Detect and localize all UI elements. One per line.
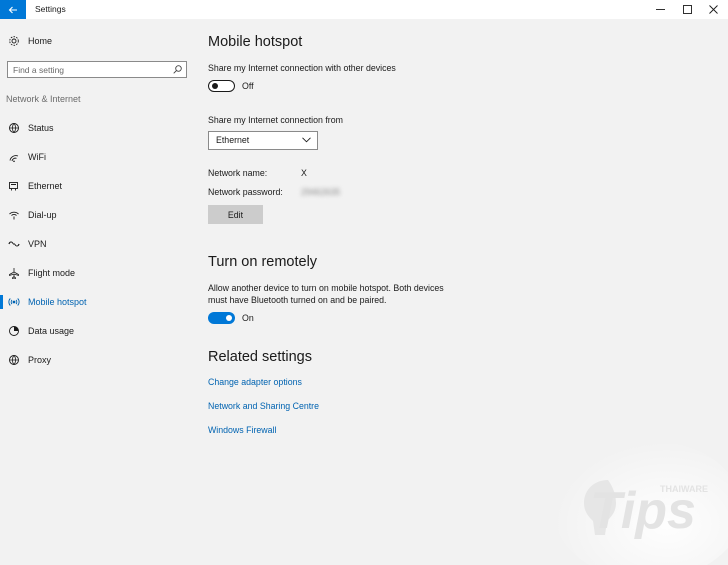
sidebar-item-label: Status	[28, 123, 54, 133]
section-title-related: Related settings	[208, 349, 312, 365]
sidebar-item-proxy[interactable]: Proxy	[0, 348, 195, 372]
share-connection-label: Share my Internet connection with other …	[208, 63, 396, 73]
back-arrow-icon	[8, 6, 17, 13]
remote-description-line1: Allow another device to turn on mobile h…	[208, 283, 444, 293]
sidebar-item-status[interactable]: Status	[0, 116, 195, 140]
sidebar-item-label: Proxy	[28, 355, 52, 365]
network-name-label: Network name:	[208, 168, 268, 178]
dialup-icon	[8, 209, 20, 221]
back-button[interactable]	[0, 0, 26, 19]
data-usage-icon	[8, 325, 20, 337]
window-title: Settings	[35, 4, 66, 14]
gear-icon	[8, 35, 20, 47]
ethernet-icon	[8, 180, 20, 192]
sidebar-item-home[interactable]: Home	[0, 29, 195, 53]
link-network-sharing-centre[interactable]: Network and Sharing Centre	[208, 401, 319, 411]
section-heading: Network & Internet	[6, 94, 81, 104]
sidebar-item-vpn[interactable]: VPN	[0, 232, 195, 256]
section-title-remote: Turn on remotely	[208, 254, 318, 270]
sidebar-item-flight-mode[interactable]: Flight mode	[0, 261, 195, 285]
remote-description-line2: must have Bluetooth turned on and be pai…	[208, 295, 387, 305]
link-change-adapter-options[interactable]: Change adapter options	[208, 377, 302, 387]
thaiware-tips-watermark: Tips THAIWARE	[553, 440, 728, 565]
link-windows-firewall[interactable]: Windows Firewall	[208, 425, 276, 435]
sidebar-item-label: Home	[28, 36, 53, 46]
title-bar: Settings	[0, 0, 728, 19]
search-input[interactable]	[13, 63, 163, 76]
remote-toggle-state: On	[242, 313, 254, 323]
sidebar-item-label: VPN	[28, 239, 47, 249]
minimize-icon	[655, 9, 665, 10]
active-indicator	[0, 295, 3, 309]
sidebar-item-label: Mobile hotspot	[28, 297, 87, 307]
network-password-value: 29462635	[301, 187, 341, 197]
network-password-label: Network password:	[208, 187, 283, 197]
sidebar-item-wifi[interactable]: WiFi	[0, 145, 195, 169]
toggle-knob	[212, 82, 218, 89]
globe-icon	[8, 354, 20, 366]
sidebar-item-mobile-hotspot[interactable]: Mobile hotspot	[0, 290, 195, 314]
sidebar-item-label: Dial-up	[28, 210, 57, 220]
sidebar-item-dialup[interactable]: Dial-up	[0, 203, 195, 227]
edit-button[interactable]: Edit	[208, 205, 263, 224]
sidebar: Home Network & Internet Status WiFi	[0, 19, 195, 565]
close-button[interactable]	[698, 0, 728, 19]
share-from-label: Share my Internet connection from	[208, 115, 343, 125]
toggle-knob	[226, 315, 232, 321]
sidebar-item-label: Flight mode	[28, 268, 76, 278]
chevron-down-icon	[302, 137, 311, 143]
network-name-value: X	[301, 168, 307, 178]
minimize-button[interactable]	[645, 0, 675, 19]
hotspot-icon	[8, 296, 20, 308]
search-box[interactable]	[7, 61, 187, 78]
sidebar-item-label: Data usage	[28, 326, 75, 336]
share-from-value: Ethernet	[216, 135, 250, 145]
svg-text:THAIWARE: THAIWARE	[660, 484, 708, 494]
airplane-icon	[8, 267, 20, 279]
sidebar-item-label: Ethernet	[28, 181, 63, 191]
remote-toggle[interactable]	[208, 312, 235, 324]
close-icon	[708, 5, 718, 14]
wifi-icon	[8, 151, 20, 163]
search-icon[interactable]	[173, 65, 182, 74]
page-title: Mobile hotspot	[208, 34, 303, 50]
sidebar-item-ethernet[interactable]: Ethernet	[0, 174, 195, 198]
share-connection-toggle[interactable]	[208, 80, 235, 92]
vpn-icon	[8, 238, 20, 250]
sidebar-item-label: WiFi	[28, 152, 46, 162]
maximize-icon	[682, 5, 692, 14]
globe-status-icon	[8, 122, 20, 134]
share-connection-state: Off	[242, 81, 254, 91]
share-from-dropdown[interactable]: Ethernet	[208, 131, 318, 150]
sidebar-item-data-usage[interactable]: Data usage	[0, 319, 195, 343]
